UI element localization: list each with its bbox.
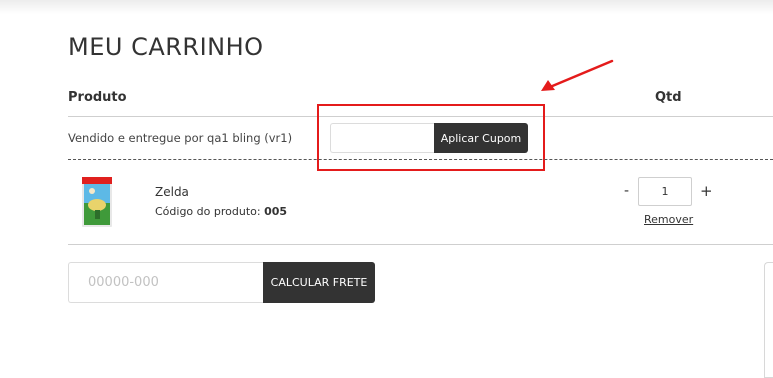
quantity-increase-button[interactable]: + bbox=[700, 182, 713, 200]
seller-info: Vendido e entregue por qa1 bling (vr1) bbox=[68, 131, 293, 145]
annotation-highlight-box bbox=[317, 104, 545, 171]
items-divider bbox=[68, 244, 773, 245]
page-title: MEU CARRINHO bbox=[68, 33, 264, 61]
remove-item-link[interactable]: Remover bbox=[644, 213, 693, 226]
quantity-decrease-button[interactable]: - bbox=[624, 183, 629, 199]
product-name[interactable]: Zelda bbox=[155, 185, 189, 199]
product-code-label: Código do produto: bbox=[155, 205, 261, 218]
column-header-product: Produto bbox=[68, 90, 127, 105]
annotation-arrow-icon bbox=[541, 59, 614, 91]
product-code-value: 005 bbox=[264, 205, 288, 218]
seller-divider bbox=[68, 159, 773, 160]
product-thumbnail[interactable] bbox=[82, 177, 112, 227]
cep-input[interactable]: 00000-000 bbox=[68, 262, 264, 303]
cart-page: MEU CARRINHO Produto Qtd Vendido e entre… bbox=[0, 0, 773, 378]
product-code: Código do produto: 005 bbox=[155, 205, 287, 218]
column-header-qty: Qtd bbox=[655, 90, 682, 105]
quantity-input[interactable]: 1 bbox=[638, 177, 692, 206]
order-summary-panel bbox=[764, 262, 773, 378]
calculate-freight-button[interactable]: CALCULAR FRETE bbox=[263, 262, 375, 303]
header-shadow bbox=[0, 0, 773, 14]
